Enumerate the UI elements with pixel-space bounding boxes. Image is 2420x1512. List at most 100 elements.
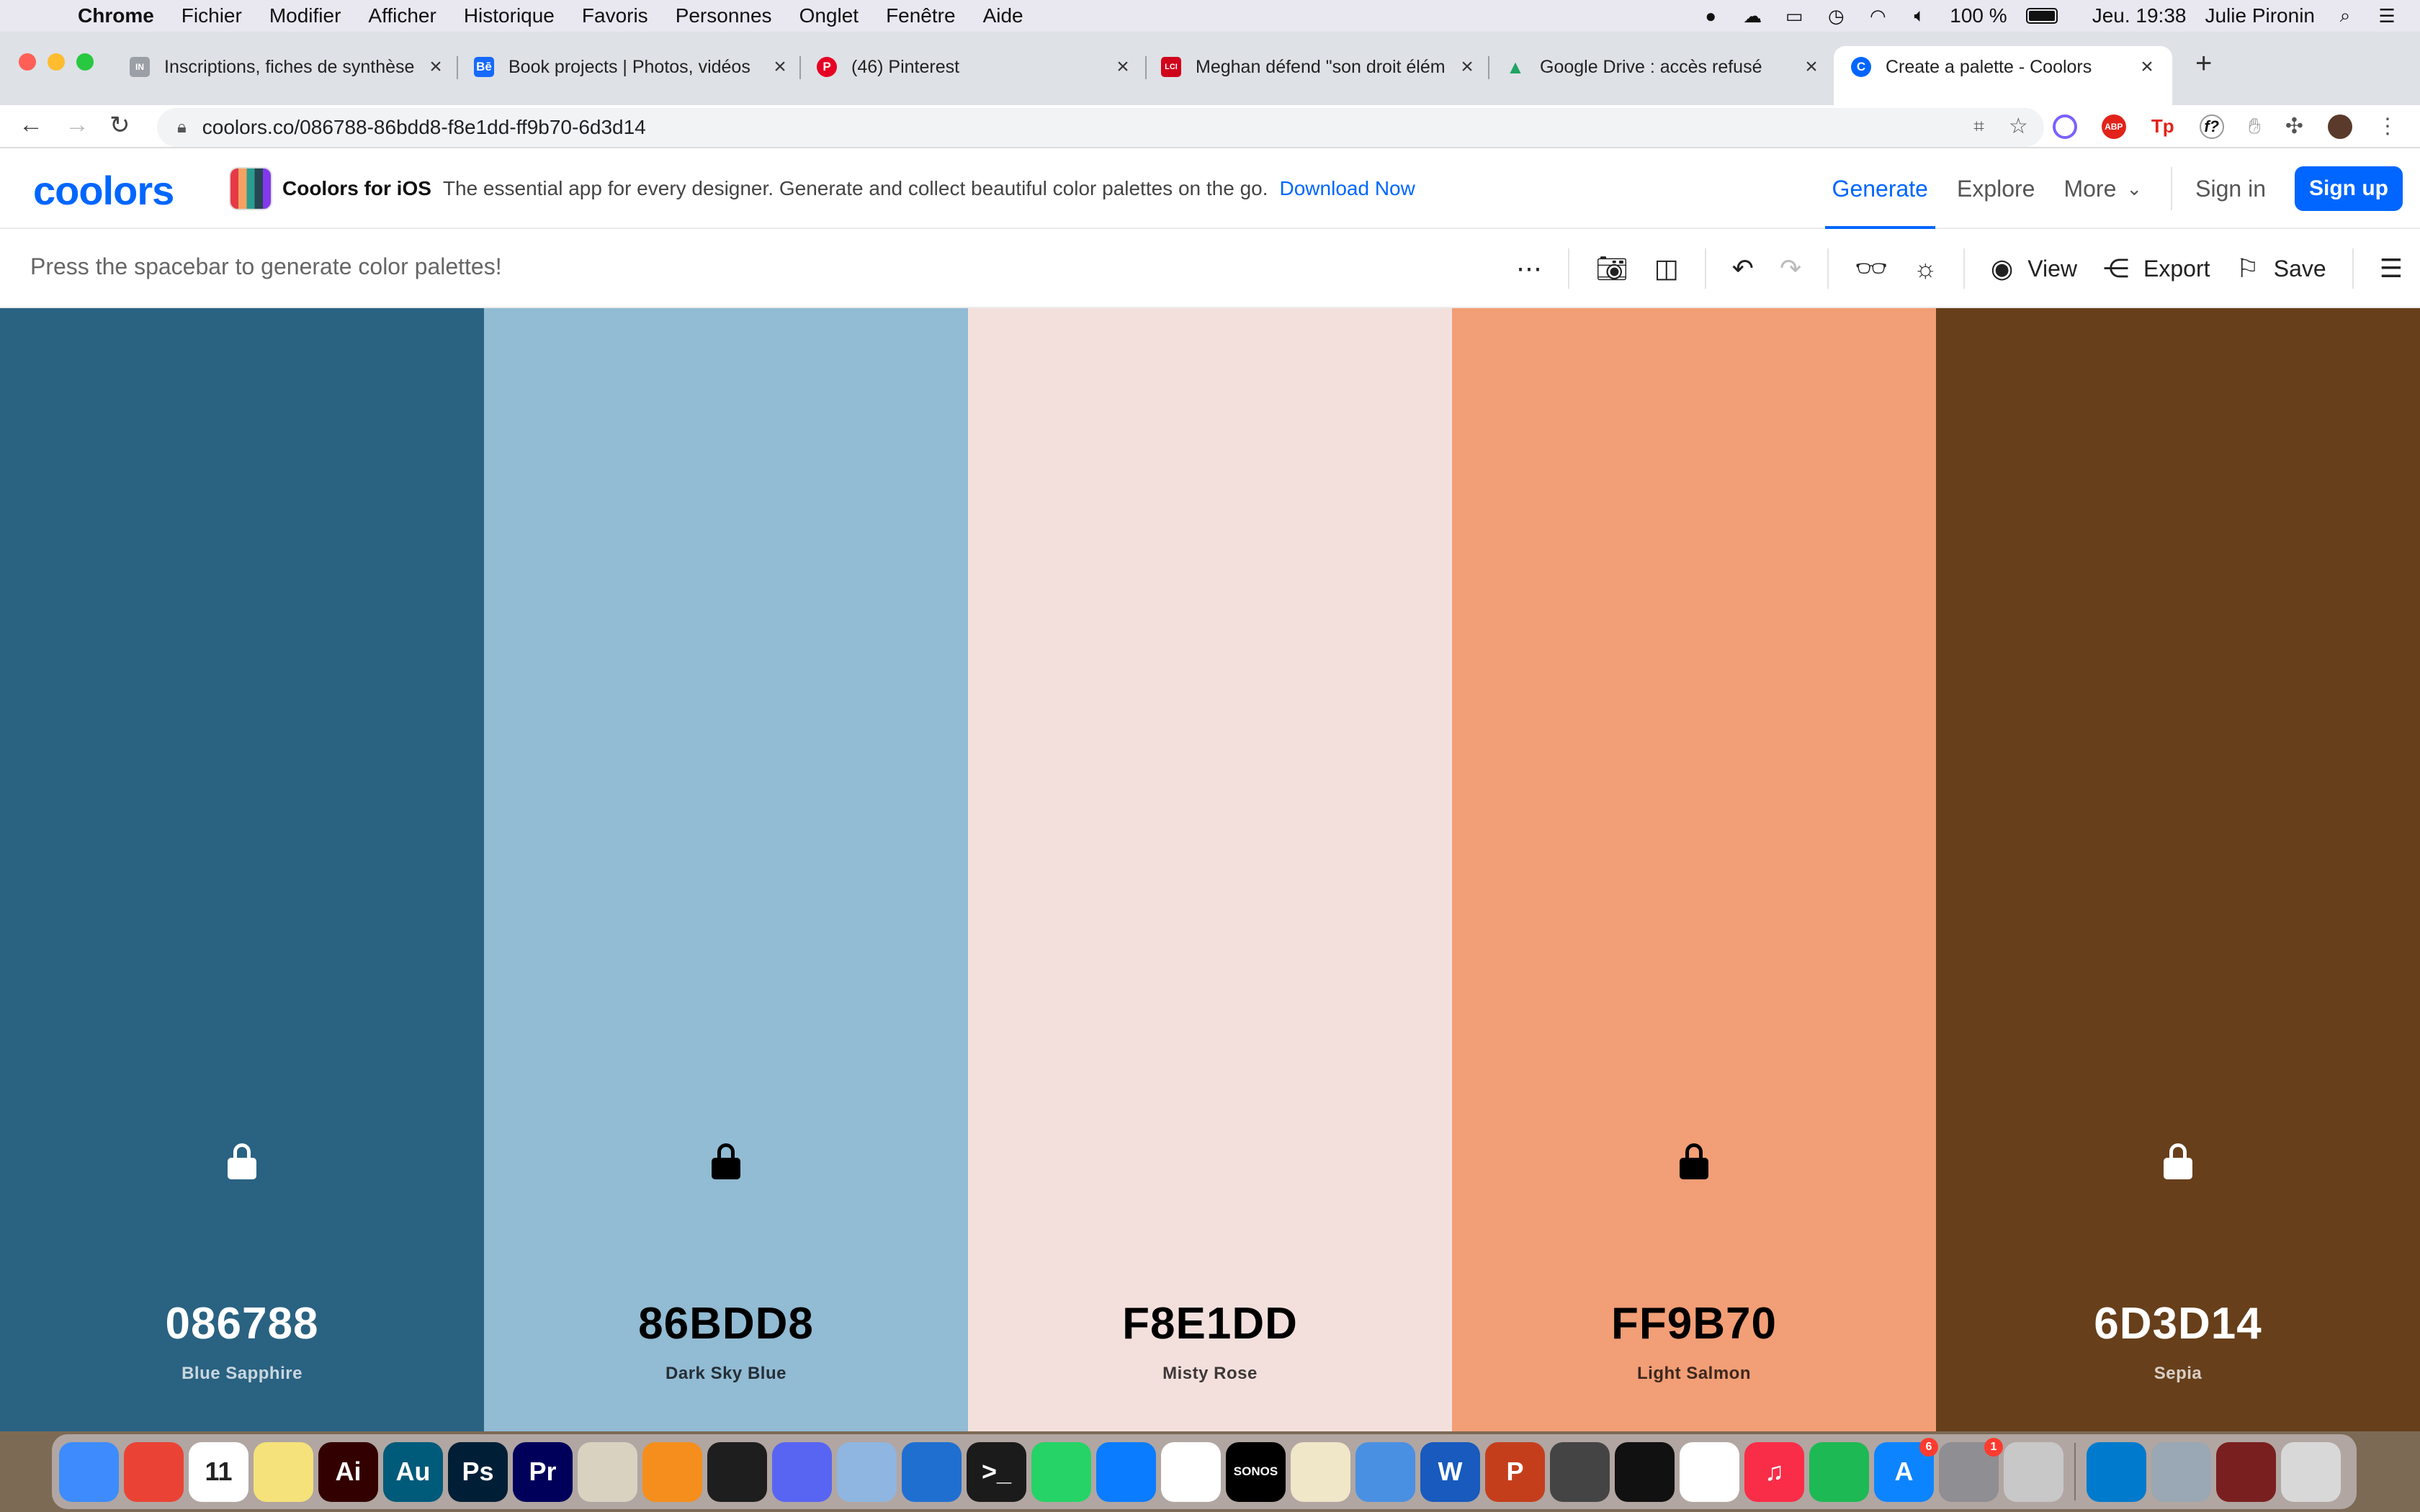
- undo-icon[interactable]: ↶: [1732, 253, 1754, 284]
- sign-up-button[interactable]: Sign up: [2295, 166, 2403, 211]
- app-store-dock-icon[interactable]: A6: [1874, 1437, 1938, 1502]
- address-url[interactable]: coolors.co/086788-86bdd8-f8e1dd-ff9b70-6…: [202, 116, 646, 139]
- word-dock-icon[interactable]: W: [1420, 1441, 1480, 1502]
- terminal-dock-icon[interactable]: >_: [967, 1441, 1026, 1502]
- lock-icon[interactable]: [712, 1143, 740, 1179]
- nav-more[interactable]: More ⌄: [2063, 148, 2142, 229]
- window-minimize-button[interactable]: [48, 53, 65, 71]
- menu-fenetre[interactable]: Fenêtre: [886, 4, 956, 27]
- tab-close-icon[interactable]: ×: [2136, 55, 2158, 79]
- coolors-logo[interactable]: coolors: [33, 167, 174, 214]
- color-hex[interactable]: F8E1DD: [968, 1298, 1452, 1349]
- keynote-dock-icon[interactable]: [1355, 1441, 1415, 1502]
- virtualbox-dock-icon[interactable]: [837, 1441, 897, 1502]
- control-center-icon[interactable]: ☰: [2375, 5, 2398, 27]
- more-options-icon[interactable]: ⋯: [1516, 253, 1542, 284]
- hamburger-menu-icon[interactable]: ☰: [2380, 253, 2403, 284]
- whatfont-icon[interactable]: f?: [2199, 114, 2224, 139]
- tab-close-icon[interactable]: ×: [1456, 55, 1478, 79]
- time-machine-icon[interactable]: ◷: [1824, 5, 1847, 27]
- color-swatch-3[interactable]: F8E1DD Misty Rose: [968, 308, 1452, 1431]
- new-tab-button[interactable]: +: [2195, 48, 2212, 80]
- chrome-menu-icon[interactable]: ⋮: [2377, 114, 2398, 139]
- bookmark-star-icon[interactable]: ☆: [2009, 114, 2028, 139]
- color-swatch-2[interactable]: 86BDD8 Dark Sky Blue: [484, 308, 968, 1431]
- color-name[interactable]: Sepia: [1936, 1364, 2420, 1384]
- tab-close-icon[interactable]: ×: [1801, 55, 1822, 79]
- profile-avatar[interactable]: [2328, 114, 2352, 139]
- powerpoint-dock-icon[interactable]: P: [1485, 1441, 1545, 1502]
- photoshop-dock-icon[interactable]: Ps: [448, 1441, 508, 1502]
- extension-tp-icon[interactable]: Tp: [2151, 114, 2175, 139]
- battery-icon[interactable]: [2025, 8, 2058, 24]
- menu-favoris[interactable]: Favoris: [582, 4, 648, 27]
- sketchbook-dock-icon[interactable]: [578, 1441, 637, 1502]
- slack-dock-icon[interactable]: [1161, 1441, 1221, 1502]
- menu-chrome[interactable]: Chrome: [78, 4, 154, 27]
- color-swatch-4[interactable]: FF9B70 Light Salmon: [1452, 308, 1936, 1431]
- preview-dock-icon[interactable]: [2151, 1441, 2211, 1502]
- tab-behance[interactable]: Bē Book projects | Photos, vidéos ×: [474, 46, 791, 88]
- vscode-dock-icon[interactable]: [2087, 1441, 2146, 1502]
- export-button[interactable]: ⋲ Export: [2103, 253, 2210, 284]
- user-name[interactable]: Julie Pironin: [2205, 4, 2315, 27]
- extension-glove-icon[interactable]: ✋︎: [2249, 114, 2261, 139]
- forward-arrow-icon[interactable]: →: [65, 111, 89, 139]
- whatsapp-dock-icon[interactable]: [1031, 1441, 1091, 1502]
- acrobat-dock-icon[interactable]: [1615, 1441, 1675, 1502]
- notes-dock-icon[interactable]: [254, 1441, 313, 1502]
- menu-modifier[interactable]: Modifier: [269, 4, 341, 27]
- color-name[interactable]: Blue Sapphire: [0, 1364, 484, 1384]
- music-dock-icon[interactable]: ♫: [1744, 1441, 1804, 1502]
- wireshark-dock-icon[interactable]: [902, 1441, 962, 1502]
- translate-icon[interactable]: ⌗: [1973, 115, 1984, 138]
- spotify-dock-icon[interactable]: [1809, 1441, 1869, 1502]
- secure-lock-icon[interactable]: 🔒︎: [177, 117, 187, 138]
- volume-icon[interactable]: 🔈︎: [1908, 4, 1931, 26]
- tab-close-icon[interactable]: ×: [769, 55, 791, 79]
- tab-lci[interactable]: LCI Meghan défend "son droit élém ×: [1161, 46, 1478, 88]
- extensions-puzzle-icon[interactable]: ✣: [2285, 114, 2303, 139]
- menu-fichier[interactable]: Fichier: [182, 4, 242, 27]
- menu-afficher[interactable]: Afficher: [368, 4, 436, 27]
- address-bar[interactable]: 🔒︎ coolors.co/086788-86bdd8-f8e1dd-ff9b7…: [157, 108, 2044, 147]
- layout-panel-icon[interactable]: ◫: [1654, 253, 1679, 284]
- airplay-icon[interactable]: ▭: [1783, 5, 1806, 27]
- menu-aide[interactable]: Aide: [983, 4, 1023, 27]
- lock-icon[interactable]: [2164, 1143, 2192, 1179]
- color-name[interactable]: Light Salmon: [1452, 1364, 1936, 1384]
- color-hex[interactable]: 86BDD8: [484, 1298, 968, 1349]
- spotlight-search-icon[interactable]: ⌕: [2334, 4, 2357, 26]
- color-hex[interactable]: FF9B70: [1452, 1298, 1936, 1349]
- lock-icon[interactable]: [1680, 1143, 1708, 1179]
- adjust-sun-icon[interactable]: ☼: [1914, 253, 1937, 284]
- window-zoom-button[interactable]: [76, 53, 94, 71]
- tab-close-icon[interactable]: ×: [1112, 55, 1134, 79]
- tab-google-drive[interactable]: ▲ Google Drive : accès refusé ×: [1505, 46, 1822, 88]
- tab-inscriptions[interactable]: IN Inscriptions, fiches de synthèse ×: [130, 46, 447, 88]
- adblock-plus-icon[interactable]: ABP: [2101, 114, 2126, 139]
- nav-generate[interactable]: Generate: [1824, 148, 1936, 229]
- nav-explore[interactable]: Explore: [1957, 148, 2035, 229]
- audition-dock-icon[interactable]: Au: [383, 1441, 443, 1502]
- tab-coolors-active[interactable]: C Create a palette - Coolors ×: [1834, 46, 2172, 105]
- discord-dock-icon[interactable]: [772, 1441, 832, 1502]
- window-close-button[interactable]: [19, 53, 36, 71]
- tab-close-icon[interactable]: ×: [425, 55, 447, 79]
- color-name[interactable]: Misty Rose: [968, 1364, 1452, 1384]
- glasses-icon[interactable]: 👓︎: [1855, 253, 1888, 284]
- photos-dock-icon[interactable]: [1680, 1441, 1739, 1502]
- redo-icon[interactable]: ↷: [1780, 253, 1801, 284]
- lock-icon[interactable]: [228, 1143, 256, 1179]
- tab-pinterest[interactable]: P (46) Pinterest ×: [817, 46, 1134, 88]
- photo-booth-dock-icon[interactable]: [2216, 1441, 2276, 1502]
- finder-dock-icon[interactable]: [59, 1441, 119, 1502]
- back-arrow-icon[interactable]: ←: [19, 111, 43, 139]
- calendar-dock-icon[interactable]: 11: [189, 1441, 248, 1502]
- system-preferences-dock-icon[interactable]: 1: [1939, 1437, 2003, 1502]
- chrome-dock-icon[interactable]: [124, 1441, 184, 1502]
- record-icon[interactable]: ●: [1699, 5, 1722, 27]
- color-hex[interactable]: 086788: [0, 1298, 484, 1349]
- archive-utility-dock-icon[interactable]: [2004, 1441, 2063, 1502]
- camera-icon[interactable]: 📷︎: [1595, 253, 1628, 284]
